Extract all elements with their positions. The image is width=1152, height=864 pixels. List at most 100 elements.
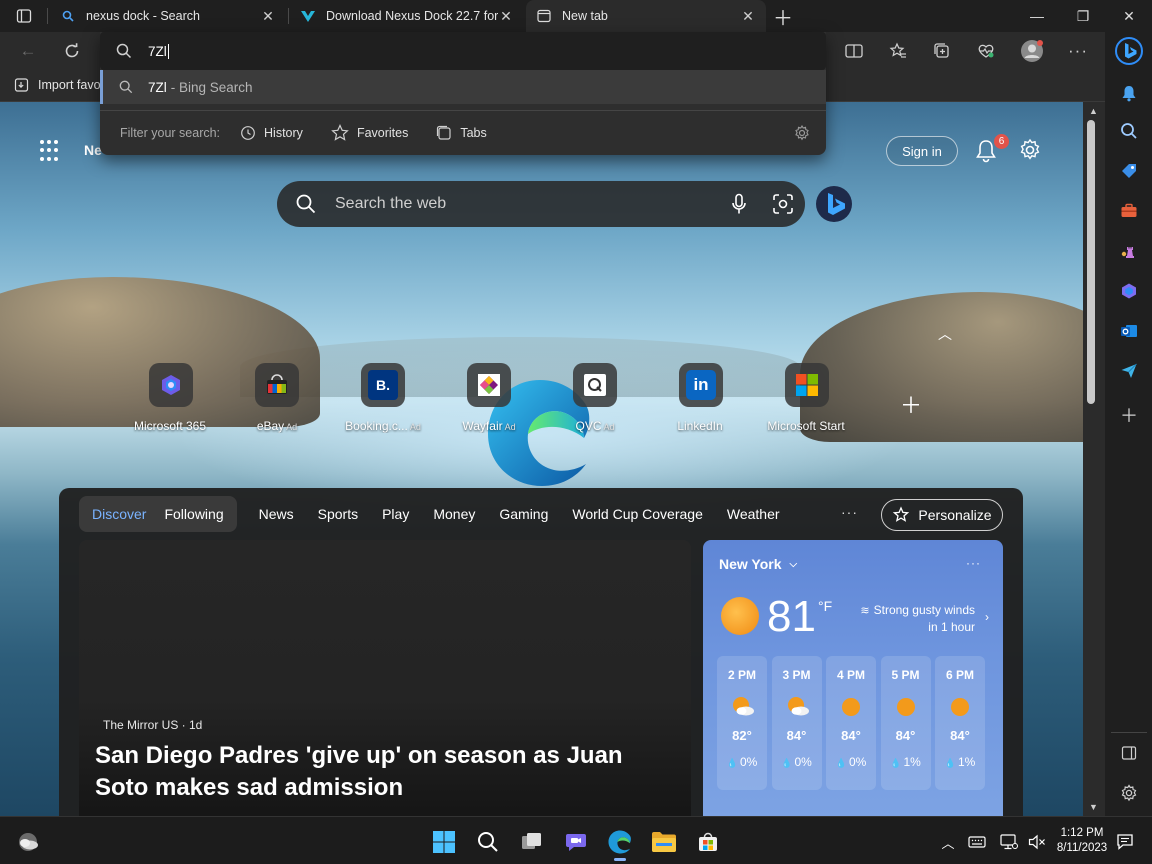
teams-chat-button[interactable]	[556, 825, 596, 859]
scroll-down-arrow-icon[interactable]: ▼	[1089, 802, 1098, 812]
cloudy-weather-icon	[19, 833, 38, 851]
feed-mode-toggle: Discover Following	[79, 496, 237, 532]
tab-actions-button[interactable]	[10, 6, 38, 26]
weather-location[interactable]: New York ⌵	[719, 556, 797, 572]
settings-and-more-button[interactable]: ···	[1062, 36, 1094, 66]
personalize-button[interactable]: Personalize	[881, 499, 1003, 531]
tab-close-button[interactable]: ✕	[498, 8, 514, 25]
address-input-value[interactable]: 7Zl	[148, 44, 167, 59]
sidebar-settings-button[interactable]	[1113, 778, 1145, 808]
plus-icon: ＋	[773, 7, 793, 30]
weather-alert[interactable]: ≋ Strong gusty winds in 1 hour	[851, 602, 975, 635]
collections-button[interactable]	[926, 36, 958, 66]
clock[interactable]: 1:12 PM 8/11/2023	[1054, 826, 1110, 856]
profile-button[interactable]	[1016, 36, 1048, 66]
feed-tab-news[interactable]: News	[259, 506, 294, 522]
minimize-button[interactable]: —	[1014, 0, 1060, 32]
forecast-temp: 84°	[841, 728, 861, 743]
file-explorer-button[interactable]	[644, 825, 684, 859]
quick-link-ebay[interactable]: eBay Ad	[224, 363, 330, 433]
feed-tab-world-cup[interactable]: World Cup Coverage	[572, 506, 702, 522]
close-window-button[interactable]: ✕	[1106, 0, 1152, 32]
sidebar-bing-button[interactable]	[1113, 36, 1145, 66]
folder-icon	[652, 832, 676, 852]
suggestion-item[interactable]: 7Zl - Bing Search	[100, 70, 826, 104]
task-view-button[interactable]	[512, 825, 552, 859]
scroll-up-arrow-icon[interactable]: ▲	[1089, 106, 1098, 116]
sign-in-button[interactable]: Sign in	[886, 136, 958, 166]
gear-icon[interactable]	[794, 125, 810, 141]
sidebar-microsoft-365-button[interactable]	[1113, 276, 1145, 306]
tab-search[interactable]: nexus dock - Search ✕	[50, 0, 286, 32]
volume-button[interactable]	[1022, 825, 1052, 859]
start-button[interactable]	[424, 825, 464, 859]
weather-card[interactable]: New York ⌵ ··· 81 °F ≋ Strong gusty winds …	[703, 540, 1003, 816]
feed-tab-gaming[interactable]: Gaming	[499, 506, 548, 522]
tab-close-button[interactable]: ✕	[260, 8, 276, 25]
split-screen-button[interactable]	[838, 36, 870, 66]
address-bar[interactable]: 7Zl	[100, 32, 826, 70]
tab-new-tab[interactable]: New tab ✕	[526, 0, 766, 32]
sidebar-shopping-button[interactable]	[1113, 156, 1145, 186]
feed-tab-weather[interactable]: Weather	[727, 506, 780, 522]
tab-discover[interactable]: Discover	[83, 506, 155, 522]
news-headline[interactable]: San Diego Padres 'give up' on season as …	[95, 740, 675, 804]
page-scrollbar[interactable]: ▲ ▼	[1083, 102, 1105, 816]
microsoft-store-button[interactable]	[688, 825, 728, 859]
browser-essentials-button[interactable]	[970, 36, 1002, 66]
quick-link-microsoft-365[interactable]: Microsoft 365	[118, 363, 224, 433]
weather-more-button[interactable]: ···	[966, 556, 981, 570]
page-settings-gear-icon[interactable]	[1018, 138, 1042, 162]
sidebar-games-button[interactable]	[1113, 236, 1145, 266]
filter-tabs-button[interactable]: Tabs	[436, 125, 487, 141]
chevron-up-icon[interactable]: ︿	[938, 324, 952, 344]
taskbar-edge-button[interactable]	[600, 825, 640, 861]
sidebar-outlook-button[interactable]	[1113, 316, 1145, 346]
visual-search-button[interactable]	[761, 193, 805, 215]
news-card[interactable]: The Mirror US · 1d San Diego Padres 'giv…	[79, 540, 691, 816]
sidebar-drop-button[interactable]	[1113, 356, 1145, 386]
sidebar-search-button[interactable]	[1113, 116, 1145, 146]
sidebar-tools-button[interactable]	[1113, 196, 1145, 226]
favorites-button[interactable]	[882, 36, 914, 66]
add-site-plus-icon[interactable]: ＋	[900, 388, 922, 420]
scrollbar-thumb[interactable]	[1087, 120, 1095, 404]
bing-chat-icon[interactable]	[814, 184, 854, 224]
personalize-label: Personalize	[918, 507, 992, 523]
keyboard-layout-button[interactable]	[962, 825, 992, 859]
app-launcher-icon[interactable]	[40, 140, 62, 162]
web-search-box[interactable]	[277, 181, 805, 227]
taskbar-search-button[interactable]	[468, 825, 508, 859]
feed-more-button[interactable]: ···	[841, 504, 858, 520]
import-favorites-button[interactable]: Import favo	[14, 77, 101, 93]
restore-button[interactable]: ❐	[1060, 0, 1106, 32]
quick-link-booking[interactable]: B. Booking.c... Ad	[330, 363, 436, 433]
voice-search-button[interactable]	[717, 193, 761, 215]
quick-link-microsoft-start[interactable]: Microsoft Start	[754, 363, 860, 433]
back-button[interactable]: ←	[12, 36, 44, 66]
web-search-input[interactable]	[335, 195, 717, 213]
notification-center-button[interactable]	[1110, 825, 1140, 859]
sidebar-notifications-button[interactable]	[1113, 78, 1145, 108]
tab-title: nexus dock - Search	[86, 9, 200, 23]
new-tab-button[interactable]: ＋	[766, 0, 800, 32]
quick-link-qvc[interactable]: QVC Ad	[542, 363, 648, 433]
feed-tab-play[interactable]: Play	[382, 506, 409, 522]
sidebar-add-button[interactable]: ＋	[1113, 400, 1145, 430]
refresh-button[interactable]	[56, 36, 88, 66]
sidebar-hide-button[interactable]	[1113, 738, 1145, 768]
network-status-button[interactable]	[994, 825, 1024, 859]
filter-favorites-button[interactable]: Favorites	[331, 123, 408, 142]
weather-unit: °F	[818, 598, 833, 614]
tab-following[interactable]: Following	[155, 506, 232, 522]
taskbar-weather-widget[interactable]	[8, 825, 48, 859]
quick-link-linkedin[interactable]: in LinkedIn	[648, 363, 754, 433]
filter-history-button[interactable]: History	[240, 125, 303, 141]
tab-download[interactable]: Download Nexus Dock 22.7 for Windows ✕	[290, 0, 524, 32]
feed-tab-sports[interactable]: Sports	[318, 506, 358, 522]
show-hidden-icons-button[interactable]: ︿	[930, 825, 966, 859]
feed-tab-money[interactable]: Money	[433, 506, 475, 522]
bell-icon	[1122, 86, 1136, 102]
quick-link-wayfair[interactable]: Wayfair Ad	[436, 363, 542, 433]
tab-close-button[interactable]: ✕	[740, 8, 756, 25]
